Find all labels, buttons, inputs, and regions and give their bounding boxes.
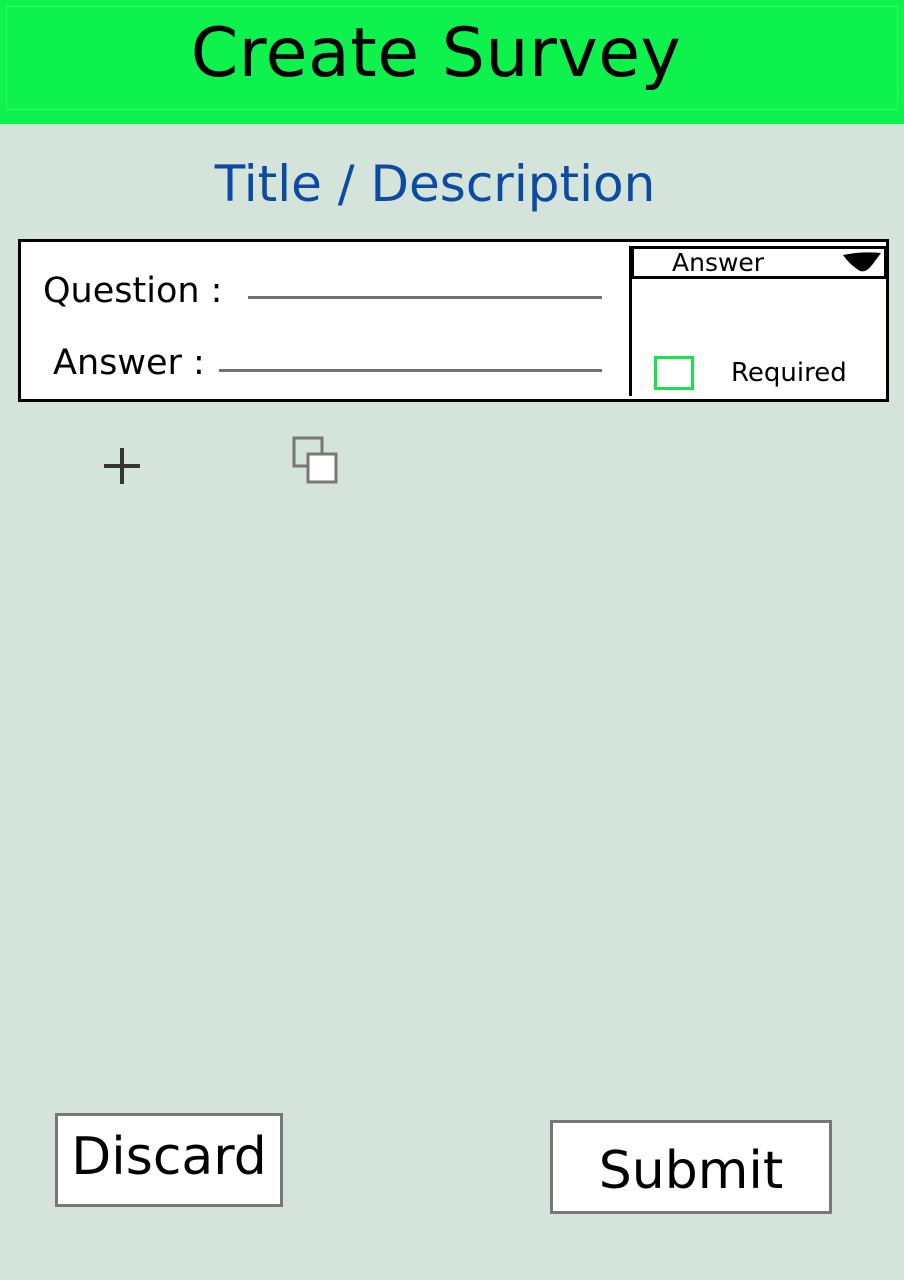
required-checkbox[interactable] bbox=[654, 356, 694, 390]
answer-type-dropdown[interactable]: Answer bbox=[631, 246, 887, 279]
plus-icon[interactable] bbox=[98, 442, 146, 490]
question-input[interactable] bbox=[248, 296, 602, 299]
submit-button[interactable]: Submit bbox=[550, 1120, 832, 1214]
discard-button[interactable]: Discard bbox=[55, 1113, 283, 1207]
survey-title-description[interactable]: Title / Description bbox=[0, 152, 870, 216]
answer-type-selected: Answer bbox=[672, 248, 765, 277]
answer-input[interactable] bbox=[219, 369, 602, 372]
answer-label: Answer : bbox=[53, 343, 205, 383]
copy-icon[interactable] bbox=[290, 434, 342, 486]
page-title: Create Survey bbox=[190, 14, 682, 93]
question-card: Question : Answer : Answer Required bbox=[18, 239, 889, 402]
app-header: Create Survey bbox=[0, 0, 904, 124]
caret-down-icon bbox=[843, 252, 881, 272]
required-label: Required bbox=[731, 358, 847, 388]
question-label: Question : bbox=[43, 271, 223, 311]
